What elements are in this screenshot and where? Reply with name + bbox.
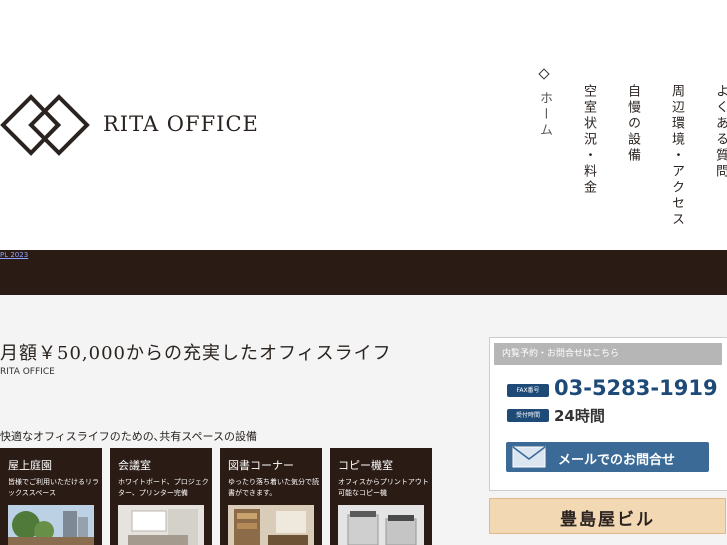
nav-home-label: ホーム	[537, 91, 552, 140]
nav-home[interactable]: ホーム	[537, 68, 552, 140]
contact-box: 内覧予約・お問合せはこちら FAX番号 03-5283-1919 受付時間 24…	[489, 337, 727, 491]
site-header: RITA OFFICE ホーム 空室状況・料金 自慢の設備 周辺環境・アクセス …	[0, 0, 727, 250]
nav-faq[interactable]: よくある質問	[713, 84, 727, 180]
band-link[interactable]: PL 2023	[0, 251, 28, 259]
hero-band	[0, 250, 727, 295]
copy-room-photo	[338, 505, 424, 545]
meeting-room-photo	[118, 505, 204, 545]
card-library[interactable]: 図書コーナー ゆったり落ち着いた気分で読書ができます。	[220, 448, 322, 545]
logo-icon[interactable]	[0, 94, 90, 156]
card-copy-room[interactable]: コピー機室 オフィスからプリントアウト可能なコピー機	[330, 448, 432, 545]
fax-number: 03-5283-1919	[554, 376, 718, 400]
diamond-icon	[538, 68, 550, 80]
section-title: 快適なオフィスライフのための､共有スペースの設備	[0, 430, 257, 443]
page-title: 月額￥50,000からの充実したオフィスライフ	[0, 343, 392, 364]
mail-contact-button[interactable]: メールでのお問合せ	[506, 442, 709, 472]
card-title: 会議室	[118, 459, 151, 472]
building-label: 豊島屋ビル	[560, 510, 655, 530]
mail-button-label: メールでのお問合せ	[558, 453, 676, 468]
card-desc: オフィスからプリントアウト可能なコピー機	[338, 478, 429, 497]
card-title: 屋上庭園	[8, 459, 52, 472]
card-meeting-room[interactable]: 会議室 ホワイトボード、プロジェクター、プリンター完備	[110, 448, 212, 545]
page-subtitle: RITA OFFICE	[0, 367, 55, 377]
card-rooftop[interactable]: 屋上庭園 皆様でご利用いただけるリラックススペース	[0, 448, 102, 545]
fax-badge: FAX番号	[507, 384, 549, 397]
card-desc: ホワイトボード、プロジェクター、プリンター完備	[118, 478, 209, 497]
contact-heading: 内覧予約・お問合せはこちら	[494, 343, 722, 365]
library-photo	[228, 505, 314, 545]
card-title: 図書コーナー	[228, 459, 294, 472]
nav-facilities[interactable]: 自慢の設備	[625, 84, 640, 164]
hours-badge: 受付時間	[507, 409, 549, 422]
envelope-icon	[512, 446, 546, 468]
nav-vacancy[interactable]: 空室状況・料金	[581, 84, 596, 196]
logo-text[interactable]: RITA OFFICE	[103, 112, 259, 136]
hours-value: 24時間	[554, 407, 605, 425]
card-desc: 皆様でご利用いただけるリラックススペース	[8, 478, 99, 497]
building-banner[interactable]: 豊島屋ビル	[489, 498, 726, 534]
nav-access[interactable]: 周辺環境・アクセス	[669, 84, 684, 228]
rooftop-photo	[8, 505, 94, 545]
card-title: コピー機室	[338, 459, 393, 472]
card-desc: ゆったり落ち着いた気分で読書ができます。	[228, 478, 319, 497]
